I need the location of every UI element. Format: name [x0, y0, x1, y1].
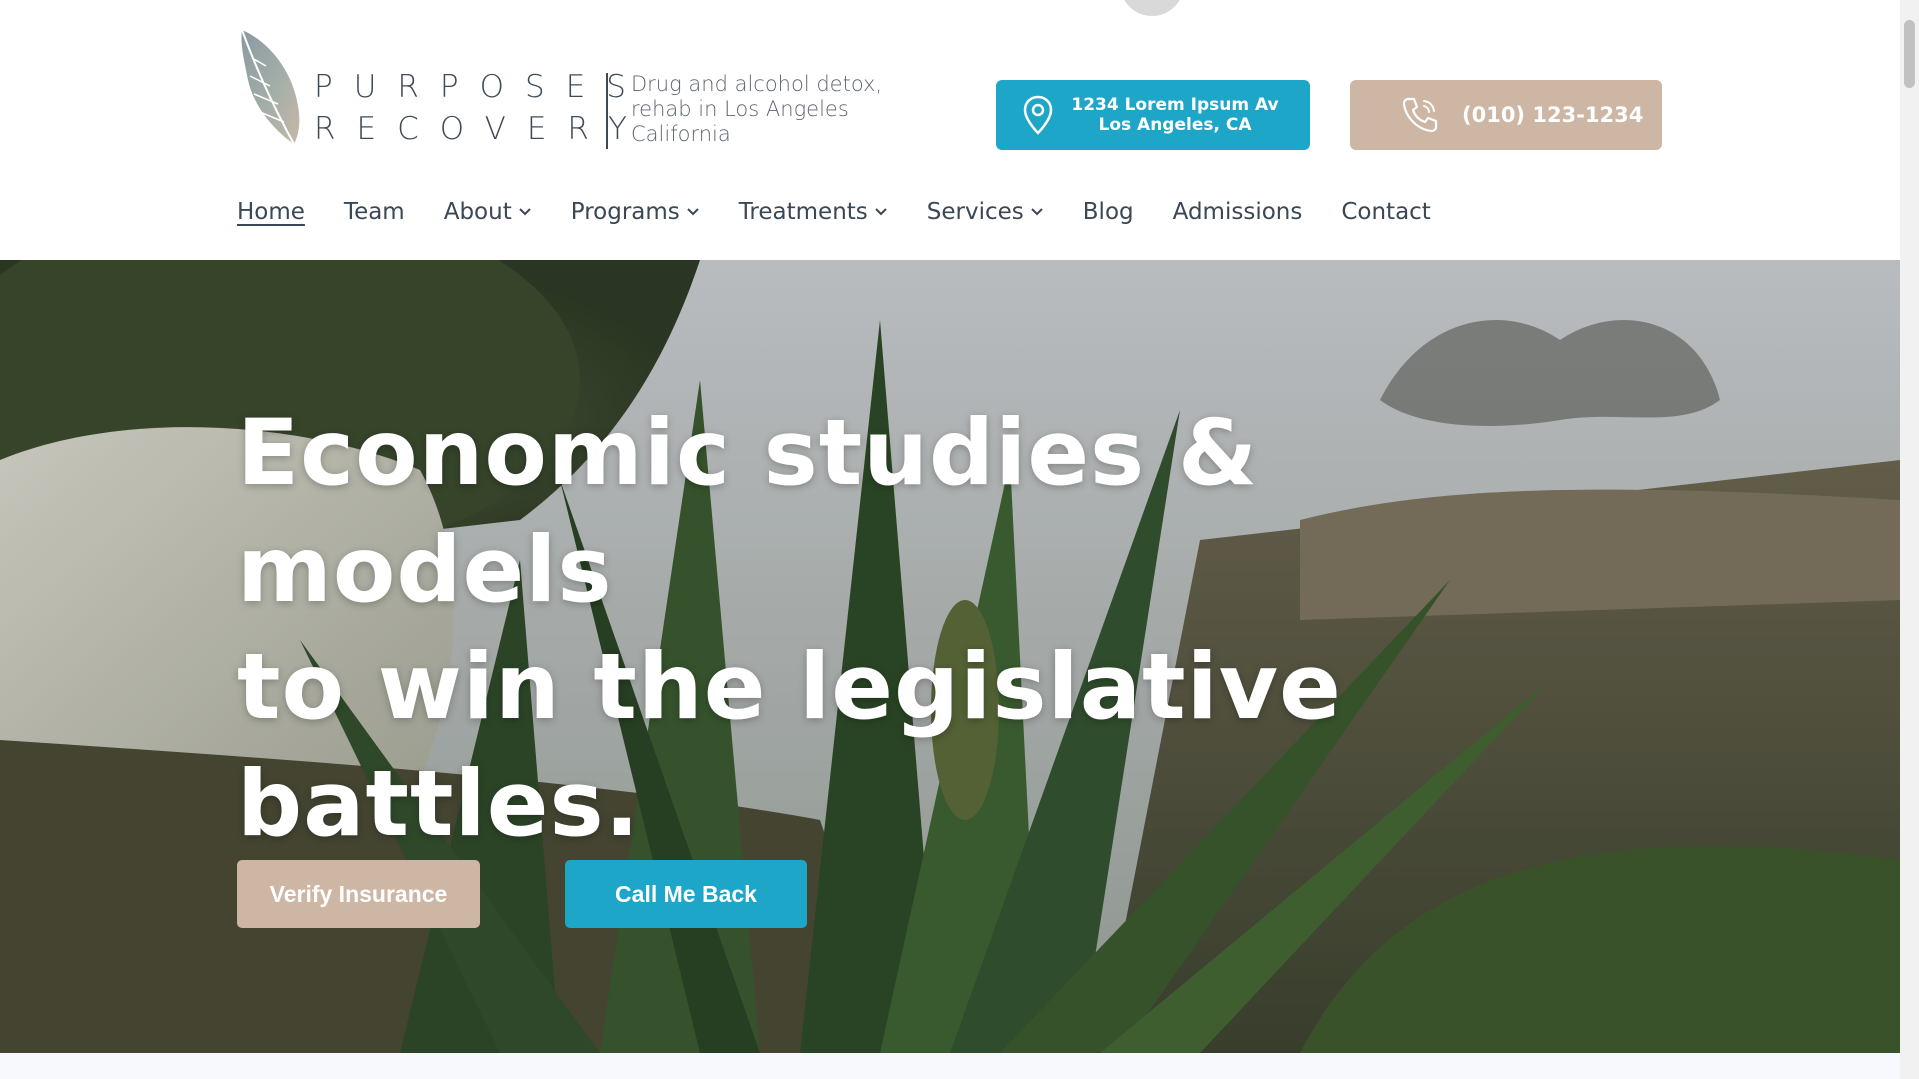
feather-icon [241, 29, 300, 145]
brand-tagline: Drug and alcohol detox, rehab in Los Ang… [631, 72, 883, 146]
site-header: PURPOSES RECOVERY Drug and alcohol detox… [0, 0, 1900, 260]
nav-label: Home [237, 199, 305, 225]
top-scroll-indicator[interactable] [1120, 0, 1184, 16]
nav-label: Admissions [1172, 199, 1303, 225]
brand-wordmark: PURPOSES RECOVERY [314, 66, 648, 150]
nav-item-contact[interactable]: Contact [1341, 199, 1430, 225]
hero-title-line2: to win the legislative [237, 635, 1342, 740]
logo-divider [606, 73, 608, 149]
verify-insurance-button[interactable]: Verify Insurance [237, 860, 480, 928]
location-pin-icon [1023, 95, 1053, 135]
phone-number: (010) 123-1234 [1462, 103, 1644, 127]
hero-section: Economic studies & models to win the leg… [0, 260, 1900, 1053]
page-scrollbar[interactable] [1900, 0, 1919, 1079]
chevron-down-icon [1031, 208, 1043, 216]
nav-label: Treatments [738, 199, 868, 225]
nav-label: About [443, 199, 512, 225]
phone-icon [1402, 97, 1438, 133]
nav-label: Contact [1341, 199, 1431, 225]
nav-label: Blog [1082, 199, 1134, 225]
hero-title: Economic studies & models to win the leg… [237, 395, 1537, 863]
nav-label: Team [343, 199, 405, 225]
nav-item-blog[interactable]: Blog [1083, 199, 1134, 225]
address-text: 1234 Lorem Ipsum Av Los Angeles, CA [1058, 95, 1310, 135]
nav-item-team[interactable]: Team [344, 199, 405, 225]
hero-title-line1: Economic studies & models [237, 401, 1259, 623]
hero-title-line3: battles. [237, 752, 641, 857]
call-me-back-button[interactable]: Call Me Back [565, 860, 807, 928]
nav-label: Programs [570, 199, 680, 225]
scrollbar-thumb[interactable] [1904, 20, 1915, 88]
chevron-down-icon [687, 208, 699, 216]
nav-item-home[interactable]: Home [237, 199, 305, 225]
brand-logo[interactable]: PURPOSES RECOVERY [236, 28, 648, 150]
address-line2: Los Angeles, CA [1098, 115, 1252, 135]
next-section-strip [0, 1053, 1900, 1079]
address-line1: 1234 Lorem Ipsum Av [1071, 95, 1279, 115]
nav-item-treatments[interactable]: Treatments [739, 199, 888, 225]
brand-line2: RECOVERY [314, 111, 648, 147]
chevron-down-icon [519, 208, 531, 216]
nav-item-services[interactable]: Services [927, 199, 1044, 225]
brand-line1: PURPOSES [314, 69, 647, 105]
nav-item-about[interactable]: About [444, 199, 532, 225]
nav-label: Services [926, 199, 1024, 225]
main-nav: Home Team About Programs Treatments Serv… [237, 192, 1470, 232]
phone-button[interactable]: (010) 123-1234 [1350, 80, 1662, 150]
nav-item-admissions[interactable]: Admissions [1173, 199, 1303, 225]
nav-item-programs[interactable]: Programs [571, 199, 700, 225]
chevron-down-icon [875, 208, 887, 216]
address-button[interactable]: 1234 Lorem Ipsum Av Los Angeles, CA [996, 80, 1310, 150]
